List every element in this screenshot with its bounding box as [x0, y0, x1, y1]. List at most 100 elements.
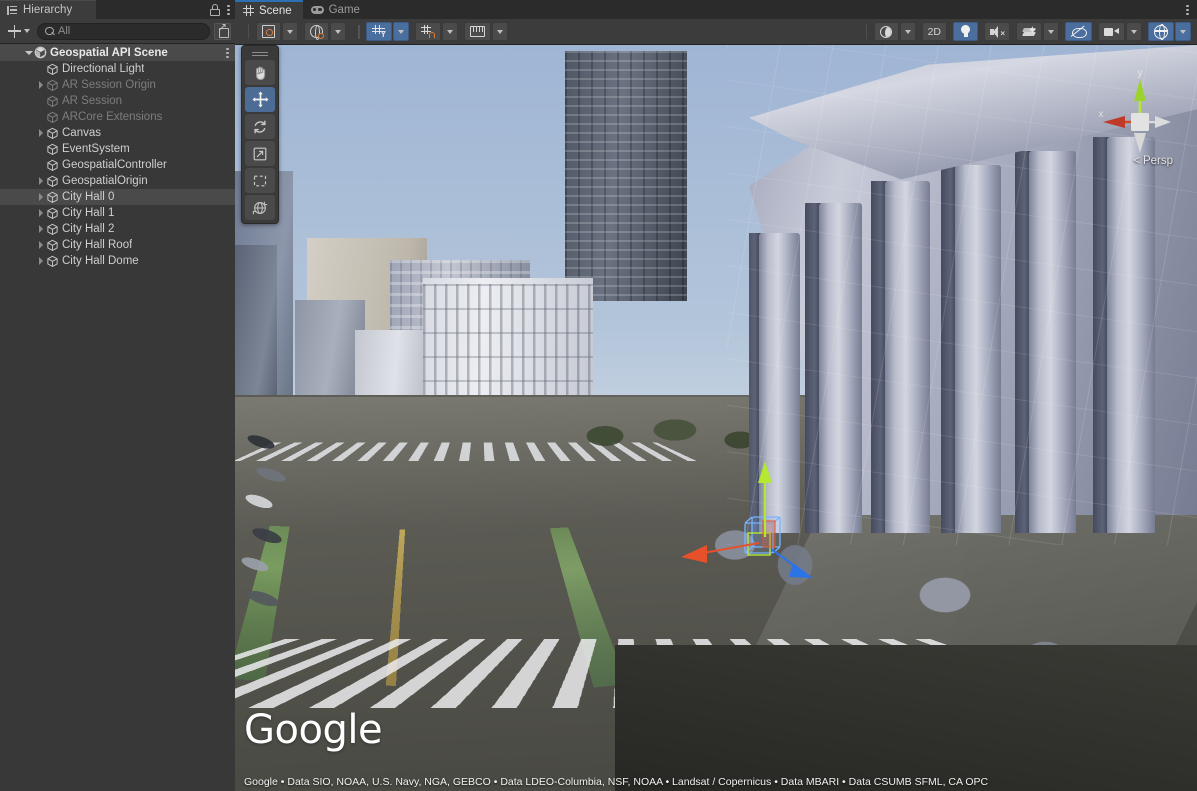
kebab-menu-icon[interactable]	[227, 3, 231, 17]
scene-grid-icon	[243, 5, 254, 16]
gameobject-cube-icon	[46, 111, 59, 124]
gameobject-cube-icon	[46, 63, 59, 76]
scene-kebab-menu-icon[interactable]	[226, 46, 230, 60]
gameobject-cube-icon	[46, 239, 59, 252]
chevron-down-icon[interactable]	[23, 51, 34, 55]
add-gameobject-button[interactable]	[5, 25, 33, 38]
scene-tool-palette	[241, 45, 279, 224]
expand-panel-icon[interactable]	[214, 23, 231, 40]
building-tile	[423, 278, 593, 400]
grid-snap-y-icon: Y	[372, 25, 386, 38]
scene-camera[interactable]	[1098, 22, 1125, 41]
ruler-icon	[470, 26, 485, 37]
move-tool[interactable]	[245, 87, 275, 112]
scene-lighting[interactable]	[953, 22, 978, 41]
chevron-down-icon	[447, 30, 453, 34]
grid-size-dropdown[interactable]	[492, 22, 508, 41]
chevron-down-icon	[497, 30, 503, 34]
scene-fx-dropdown[interactable]	[1043, 22, 1059, 41]
chevron-right-icon[interactable]	[35, 81, 46, 89]
hierarchy-row[interactable]: Directional Light	[0, 61, 235, 77]
hierarchy-row[interactable]: EventSystem	[0, 141, 235, 157]
shading-mode-dropdown[interactable]	[900, 22, 916, 41]
grid-snap-dropdown[interactable]	[393, 22, 409, 41]
search-input[interactable]: All	[37, 23, 210, 40]
colonnade-column	[955, 165, 1001, 533]
hierarchy-row[interactable]: AR Session Origin	[0, 77, 235, 93]
scale-tool[interactable]	[245, 141, 275, 166]
gizmos-dropdown[interactable]	[1175, 22, 1191, 41]
chevron-right-icon[interactable]	[35, 177, 46, 185]
hierarchy-row-label: GeospatialOrigin	[62, 175, 148, 187]
chevron-right-icon[interactable]	[35, 193, 46, 201]
hierarchy-row[interactable]: City Hall 0	[0, 189, 235, 205]
projection-mode-label[interactable]: <Persp	[1133, 155, 1173, 167]
shading-mode[interactable]	[874, 22, 899, 41]
drag-handle-icon[interactable]	[245, 49, 275, 58]
hierarchy-header-actions	[209, 0, 231, 19]
tab-game[interactable]: Game	[303, 0, 371, 19]
dock-kebab-menu-icon[interactable]	[1186, 3, 1190, 17]
hierarchy-row[interactable]: City Hall 2	[0, 221, 235, 237]
transform-tool[interactable]	[245, 195, 275, 220]
chevron-down-icon	[24, 29, 30, 33]
scene-audio[interactable]: ×	[984, 22, 1010, 41]
scene-viewport[interactable]: y x <Persp	[235, 45, 1197, 791]
search-placeholder: All	[58, 25, 70, 37]
handle-space-dropdown[interactable]	[330, 22, 346, 41]
toggle-2d[interactable]: 2D	[922, 22, 947, 41]
toolbar-divider	[248, 24, 249, 39]
scene-camera-dropdown[interactable]	[1126, 22, 1142, 41]
hierarchy-row-label: City Hall 1	[62, 207, 114, 219]
grid-size[interactable]	[464, 22, 491, 41]
map-attribution: Google • Data SIO, NOAA, U.S. Navy, NGA,…	[244, 776, 1193, 788]
hierarchy-row[interactable]: Canvas	[0, 125, 235, 141]
hand-tool[interactable]	[245, 60, 275, 85]
pivot-toggle[interactable]	[256, 22, 281, 41]
grid-snap-toggle[interactable]: Y	[366, 22, 392, 41]
global-local-icon	[310, 25, 323, 38]
lock-icon[interactable]	[209, 4, 220, 16]
chevron-down-icon	[1131, 30, 1137, 34]
tab-scene[interactable]: Scene	[235, 0, 303, 19]
chevron-right-icon[interactable]	[35, 241, 46, 249]
chevron-right-icon[interactable]	[35, 257, 46, 265]
gameobject-cube-icon	[46, 223, 59, 236]
hierarchy-row[interactable]: City Hall Dome	[0, 253, 235, 269]
hierarchy-row-label: EventSystem	[62, 143, 130, 155]
colonnade-column	[1107, 137, 1155, 533]
pivot-center-icon	[262, 25, 275, 38]
hierarchy-panel: Hierarchy All	[0, 0, 235, 791]
hierarchy-row[interactable]: AR Session	[0, 93, 235, 109]
colonnade-column	[1029, 151, 1076, 533]
move-gizmo[interactable]	[655, 445, 835, 595]
hierarchy-row[interactable]: GeospatialOrigin	[0, 173, 235, 189]
scene-visibility[interactable]	[1065, 22, 1092, 41]
handle-space-toggle[interactable]	[304, 22, 329, 41]
hierarchy-row[interactable]: City Hall Roof	[0, 237, 235, 253]
chevron-right-icon[interactable]	[35, 209, 46, 217]
hierarchy-scene-row[interactable]: Geospatial API Scene	[0, 44, 235, 61]
scene-orientation-gizmo[interactable]: y x <Persp	[1093, 67, 1179, 167]
gizmos-toggle[interactable]	[1148, 22, 1174, 41]
hierarchy-row[interactable]: GeospatialController	[0, 157, 235, 173]
toolbar-divider	[358, 25, 360, 39]
snap-magnet-icon	[421, 25, 435, 38]
rotate-tool[interactable]	[245, 114, 275, 139]
foreground-shadow	[615, 645, 1197, 791]
hierarchy-row[interactable]: City Hall 1	[0, 205, 235, 221]
gameobject-cube-icon	[46, 175, 59, 188]
pivot-dropdown[interactable]	[282, 22, 298, 41]
hierarchy-row[interactable]: ARCore Extensions	[0, 109, 235, 125]
snap-increment-dropdown[interactable]	[442, 22, 458, 41]
rect-tool[interactable]	[245, 168, 275, 193]
svg-text:y: y	[1138, 68, 1143, 79]
chevron-down-icon	[1180, 30, 1186, 34]
snap-increment[interactable]	[415, 22, 441, 41]
scene-fx[interactable]: ✦	[1016, 22, 1042, 41]
gameobject-cube-icon	[46, 207, 59, 220]
tab-hierarchy[interactable]: Hierarchy	[0, 0, 96, 19]
hierarchy-row-label: ARCore Extensions	[62, 111, 162, 123]
chevron-right-icon[interactable]	[35, 225, 46, 233]
chevron-right-icon[interactable]	[35, 129, 46, 137]
